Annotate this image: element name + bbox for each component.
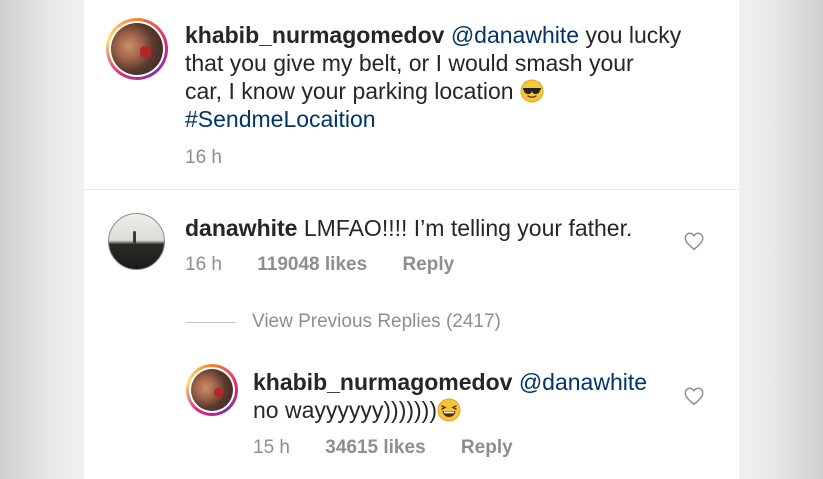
reply-body: no wayyyyyy))))))) [253,397,437,423]
reply-text: khabib_nurmagomedov @danawhite no wayyyy… [253,368,673,424]
laughing-emoji-icon [437,398,461,422]
comment-reply-button[interactable]: Reply [402,254,454,276]
blurred-background-right [739,0,823,479]
caption-text: khabib_nurmagomedov @danawhite you lucky… [185,21,715,133]
sunglasses-emoji-icon [520,79,544,103]
caption-text-line3: car, I know your parking location [185,78,514,104]
reply-avatar[interactable] [186,364,238,416]
comment-username[interactable]: danawhite [185,215,297,241]
comment-meta: 16 h 119048 likes Reply [185,254,454,276]
caption-text-line2: that you give my belt, or I would smash … [185,50,634,76]
caption-text-line1: you lucky [585,22,682,48]
caption-username[interactable]: khabib_nurmagomedov [185,22,444,48]
comment-body: LMFAO!!!! I’m telling your father. [303,215,633,241]
comment-likes[interactable]: 119048 likes [257,254,367,276]
reply-meta: 15 h 34615 likes Reply [253,437,513,459]
reply-reply-button[interactable]: Reply [461,437,513,459]
divider [84,189,739,190]
caption-hashtag[interactable]: #SendmeLocaition [185,106,376,132]
reply-username[interactable]: khabib_nurmagomedov [253,369,512,395]
view-previous-replies-button[interactable]: View Previous Replies (2417) [252,311,501,333]
comment-time[interactable]: 16 h [185,254,222,276]
avatar-ring [109,21,165,77]
blurred-background-left [0,0,84,479]
avatar-photo [191,369,233,411]
reply-time[interactable]: 15 h [253,437,290,459]
avatar-photo [111,23,163,75]
like-heart-icon[interactable] [683,385,705,407]
caption-time[interactable]: 16 h [185,147,222,169]
avatar-photo [108,213,165,270]
comment-text: danawhite LMFAO!!!! I’m telling your fat… [185,214,675,242]
caption-avatar[interactable] [106,18,168,80]
avatar-ring [189,367,235,413]
view-replies-line [186,322,236,323]
reply-mention[interactable]: @danawhite [519,369,647,395]
reply-likes[interactable]: 34615 likes [325,437,425,459]
comment-avatar[interactable] [108,213,165,270]
caption-meta: 16 h [185,147,222,169]
like-heart-icon[interactable] [683,230,705,252]
caption-mention[interactable]: @danawhite [451,22,579,48]
